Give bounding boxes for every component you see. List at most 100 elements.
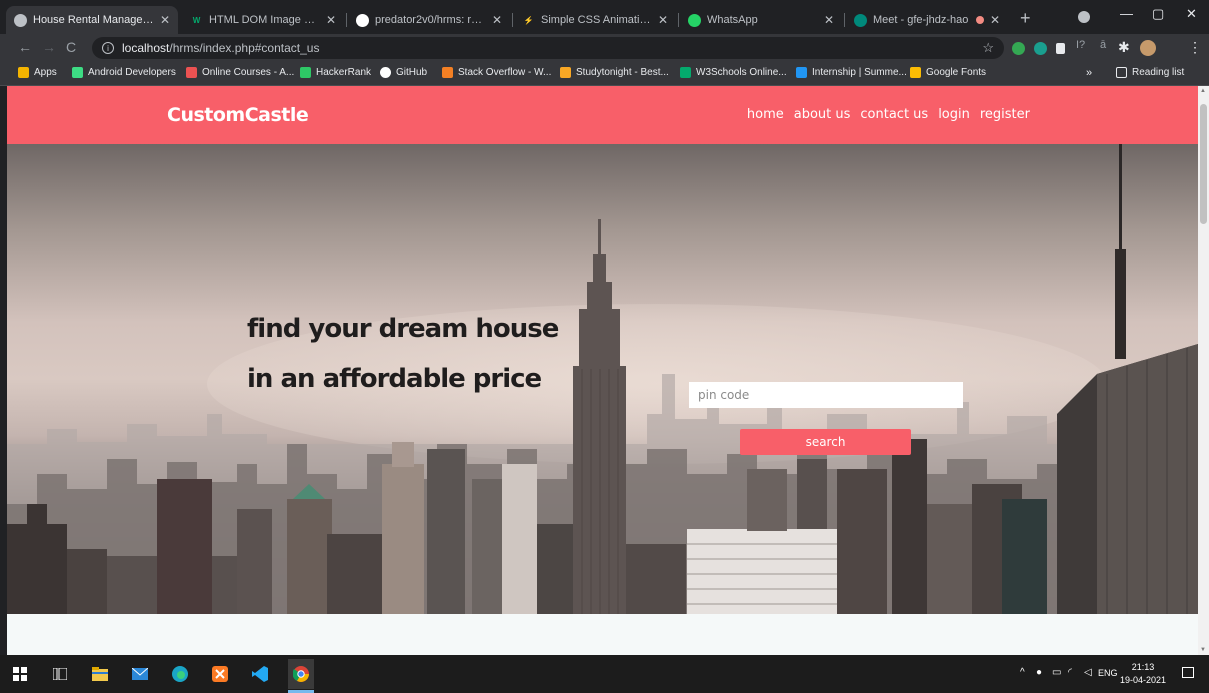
bookmark-android[interactable]: Android Developers bbox=[72, 67, 176, 78]
wifi-icon[interactable]: ◜ bbox=[1068, 667, 1072, 678]
task-view-icon[interactable] bbox=[50, 664, 70, 684]
bookmark-google-fonts[interactable]: Google Fonts bbox=[910, 67, 986, 78]
close-icon[interactable]: ✕ bbox=[326, 13, 336, 27]
edge-icon[interactable] bbox=[170, 664, 190, 684]
w3schools-icon: W bbox=[192, 15, 201, 25]
file-explorer-icon[interactable] bbox=[90, 664, 110, 684]
bookmark-internship[interactable]: Internship | Summe... bbox=[796, 67, 907, 78]
hero-headline-line2: in an affordable price bbox=[247, 364, 542, 394]
new-tab-button[interactable]: + bbox=[1020, 8, 1031, 28]
w3schools-icon bbox=[680, 67, 691, 78]
system-clock[interactable]: 21:13 19-04-2021 bbox=[1120, 661, 1166, 687]
extension-pen-icon[interactable] bbox=[1056, 43, 1065, 54]
city-skyline-image bbox=[7, 144, 1198, 614]
notifications-icon[interactable] bbox=[1182, 667, 1194, 678]
tab-html-dom[interactable]: W HTML DOM Image src Prop ✕ bbox=[182, 6, 344, 34]
site-navbar: CustomCastle home about us contact us lo… bbox=[7, 86, 1198, 144]
minimize-icon[interactable]: — bbox=[1120, 6, 1133, 21]
google-fonts-icon bbox=[910, 67, 921, 78]
browser-toolbar: ← → C i localhost /hrms/index.php#contac… bbox=[0, 34, 1209, 62]
nav-link-register[interactable]: register bbox=[980, 107, 1030, 122]
scrollbar-thumb[interactable] bbox=[1200, 104, 1207, 224]
maximize-icon[interactable]: ▢ bbox=[1152, 6, 1164, 22]
bookmark-star-icon[interactable]: ☆ bbox=[982, 40, 994, 56]
tab-meet[interactable]: Meet - gfe-jhdz-hao ✕ bbox=[846, 6, 1008, 34]
extension-italic-icon[interactable]: I? bbox=[1076, 39, 1085, 51]
tab-whatsapp[interactable]: WhatsApp ✕ bbox=[680, 6, 842, 34]
nav-link-login[interactable]: login bbox=[938, 107, 970, 122]
back-icon[interactable]: ← bbox=[18, 39, 32, 55]
tab-github-repo[interactable]: predator2v0/hrms: reposito ✕ bbox=[348, 6, 510, 34]
extension-grammarly-icon[interactable] bbox=[1012, 42, 1025, 55]
vscode-icon[interactable] bbox=[250, 664, 270, 684]
bookmark-studytonight[interactable]: Studytonight - Best... bbox=[560, 67, 669, 78]
android-icon bbox=[72, 67, 83, 78]
nav-link-about-us[interactable]: about us bbox=[794, 107, 851, 122]
recording-icon bbox=[975, 16, 984, 24]
windows-start-icon[interactable] bbox=[10, 664, 30, 684]
battery-icon[interactable]: ▭ bbox=[1052, 667, 1061, 678]
browser-tab-strip: House Rental Management ✕ W HTML DOM Ima… bbox=[0, 0, 1209, 34]
reading-list-icon bbox=[1116, 67, 1127, 78]
site-nav-links: home about us contact us login register bbox=[747, 107, 1030, 122]
scroll-down-arrow-icon[interactable]: ▼ bbox=[1200, 647, 1206, 653]
bookmarks-overflow-button[interactable]: » bbox=[1086, 67, 1092, 79]
codepen-icon: ⚡ bbox=[523, 15, 534, 25]
page-scrollbar[interactable]: ▲ ▼ bbox=[1198, 86, 1209, 655]
hero-headline-line1: find your dream house bbox=[247, 314, 559, 344]
bookmark-udemy[interactable]: Online Courses - A... bbox=[186, 67, 294, 78]
studytonight-icon bbox=[560, 67, 571, 78]
nav-link-home[interactable]: home bbox=[747, 107, 784, 122]
close-icon[interactable]: ✕ bbox=[658, 13, 668, 27]
chrome-taskbar-icon[interactable] bbox=[288, 659, 314, 689]
udemy-icon bbox=[186, 67, 197, 78]
bookmark-stackoverflow[interactable]: Stack Overflow - W... bbox=[442, 67, 551, 78]
pin-code-input[interactable] bbox=[689, 382, 963, 408]
hero-section: find your dream house in an affordable p… bbox=[7, 144, 1198, 614]
windows-taskbar: ^ ● ▭ ◜ ◁ ENG 21:13 19-04-2021 bbox=[0, 655, 1209, 693]
extensions-puzzle-icon[interactable]: ✱ bbox=[1118, 39, 1130, 56]
bookmark-apps[interactable]: Apps bbox=[18, 67, 57, 78]
tab-css-animation[interactable]: ⚡ Simple CSS Animation Loop ✕ bbox=[514, 6, 676, 34]
hackerrank-icon bbox=[300, 67, 311, 78]
scroll-up-arrow-icon[interactable]: ▲ bbox=[1200, 88, 1206, 94]
tab-house-rental[interactable]: House Rental Management ✕ bbox=[6, 6, 178, 34]
menu-kebab-icon[interactable]: ⋮ bbox=[1188, 39, 1202, 56]
window-close-icon[interactable]: ✕ bbox=[1186, 6, 1197, 22]
forward-icon[interactable]: → bbox=[42, 39, 56, 55]
tray-overflow-icon[interactable]: ^ bbox=[1020, 667, 1025, 678]
meet-icon bbox=[854, 13, 867, 27]
page-viewport: CustomCastle home about us contact us lo… bbox=[7, 86, 1198, 655]
apps-grid-icon bbox=[18, 67, 29, 78]
globe-icon bbox=[14, 13, 27, 27]
site-logo[interactable]: CustomCastle bbox=[167, 104, 309, 126]
github-icon bbox=[356, 13, 369, 27]
bookmarks-bar: Apps Android Developers Online Courses -… bbox=[0, 62, 1209, 86]
address-bar[interactable]: i localhost /hrms/index.php#contact_us ☆ bbox=[92, 37, 1004, 59]
nav-link-contact-us[interactable]: contact us bbox=[860, 107, 928, 122]
extension-bottle-icon[interactable]: ā bbox=[1100, 39, 1106, 51]
reading-list-button[interactable]: Reading list bbox=[1116, 67, 1184, 78]
info-icon[interactable]: i bbox=[102, 42, 114, 54]
close-icon[interactable]: ✕ bbox=[492, 13, 502, 27]
bookmark-w3schools[interactable]: W3Schools Online... bbox=[680, 67, 787, 78]
github-icon bbox=[380, 67, 391, 78]
xampp-icon[interactable] bbox=[210, 664, 230, 684]
reload-icon[interactable]: C bbox=[66, 39, 76, 55]
tab-search-icon[interactable] bbox=[1078, 11, 1090, 23]
stackoverflow-icon bbox=[442, 67, 453, 78]
close-icon[interactable]: ✕ bbox=[824, 13, 834, 27]
whatsapp-icon bbox=[688, 13, 701, 27]
volume-icon[interactable]: ◁ bbox=[1084, 667, 1092, 678]
bookmark-hackerrank[interactable]: HackerRank bbox=[300, 67, 371, 78]
microphone-icon[interactable]: ● bbox=[1036, 667, 1042, 678]
language-indicator[interactable]: ENG bbox=[1098, 668, 1118, 678]
search-button[interactable]: search bbox=[740, 429, 911, 455]
close-icon[interactable]: ✕ bbox=[990, 13, 1000, 27]
close-icon[interactable]: ✕ bbox=[160, 13, 170, 27]
internshala-icon bbox=[796, 67, 807, 78]
extension-meet-icon[interactable] bbox=[1034, 42, 1047, 55]
profile-avatar[interactable] bbox=[1140, 40, 1156, 56]
bookmark-github[interactable]: GitHub bbox=[380, 67, 427, 78]
mail-icon[interactable] bbox=[130, 664, 150, 684]
